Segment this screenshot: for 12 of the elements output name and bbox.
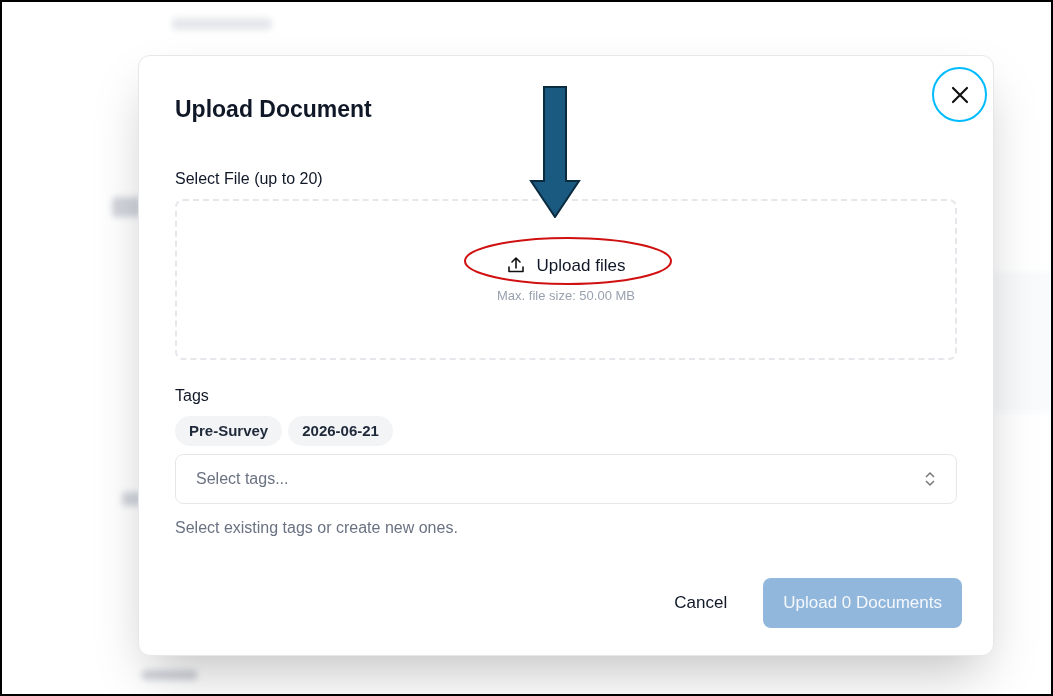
tag-chip: 2026-06-21 xyxy=(288,415,393,446)
cancel-button[interactable]: Cancel xyxy=(674,578,728,628)
field-label: Tags xyxy=(175,385,210,406)
helper-text: Select existing tags or create new ones. xyxy=(175,518,459,538)
tag-chip: Pre-Survey xyxy=(175,415,283,446)
field-label: Select File (up to 20) xyxy=(175,168,324,189)
close-icon xyxy=(949,84,970,105)
chevron-updown-icon xyxy=(924,471,936,487)
tag-select[interactable]: Select tags... xyxy=(175,454,957,504)
dialog-title: Upload Document xyxy=(175,95,372,124)
file-size-hint: Max. file size: 50.00 MB xyxy=(497,287,635,305)
upload-icon xyxy=(506,256,525,275)
